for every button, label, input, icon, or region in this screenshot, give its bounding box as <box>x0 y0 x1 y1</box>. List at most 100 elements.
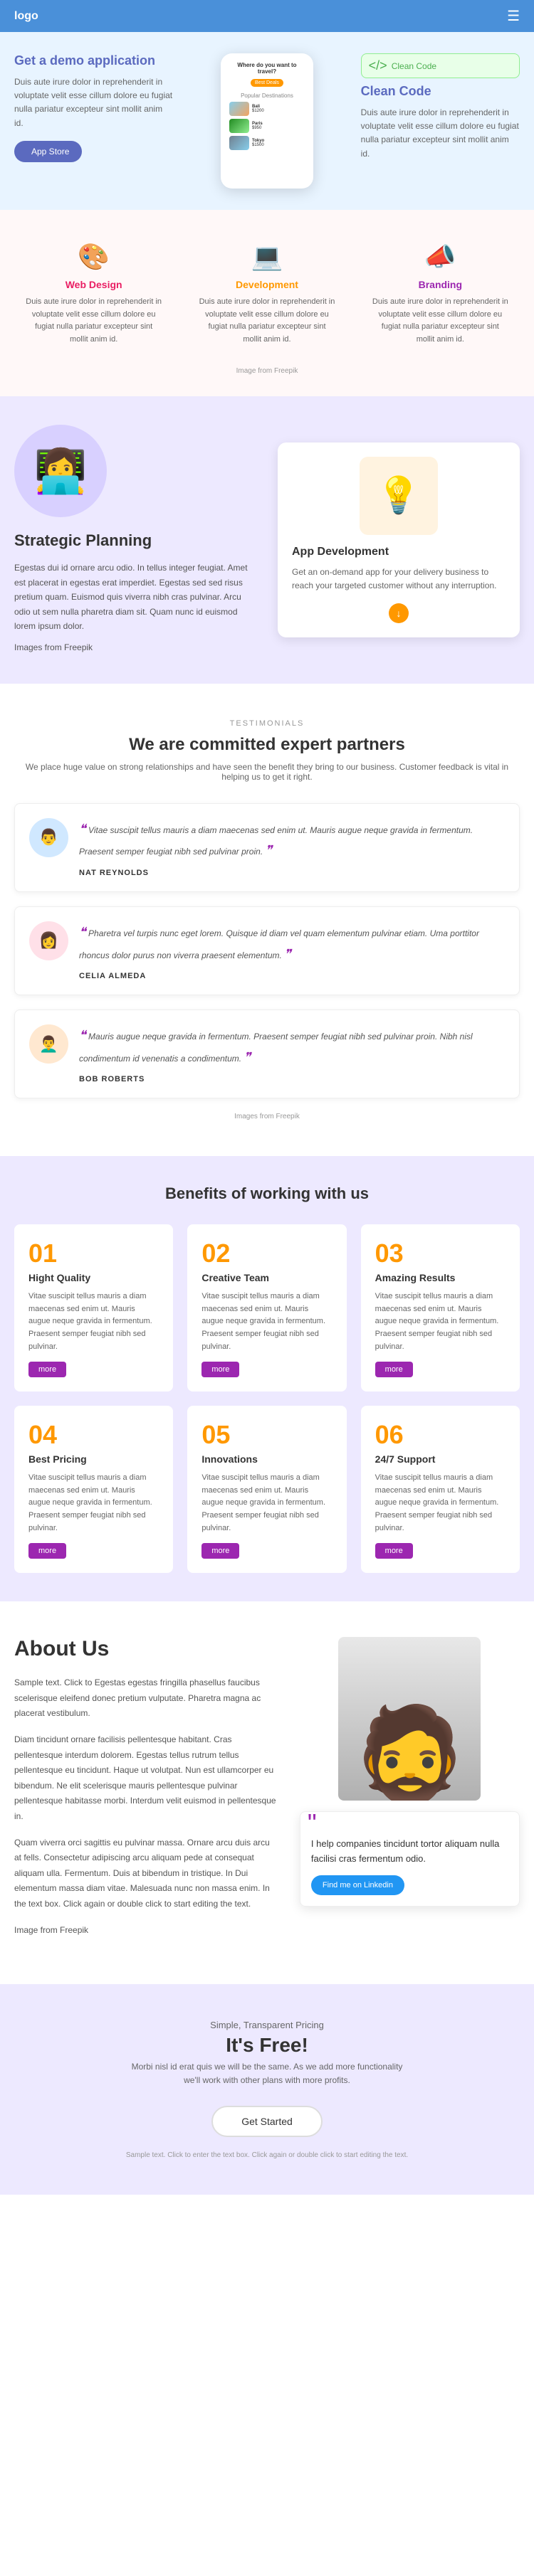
benefit-num-5: 05 <box>201 1420 332 1450</box>
about-para-2: Diam tincidunt ornare facilisis pellente… <box>14 1732 278 1825</box>
benefit-title-4: Best Pricing <box>28 1453 159 1465</box>
benefit-num-3: 03 <box>375 1239 506 1268</box>
avatar-2: 👩 <box>29 921 68 960</box>
pricing-title: It's Free! <box>14 2034 520 2057</box>
benefit-num-1: 01 <box>28 1239 159 1268</box>
testimonial-text-3: ❝ Mauris augue neque gravida in fermentu… <box>79 1024 505 1068</box>
development-desc: Duis aute irure dolor in reprehenderit i… <box>198 296 335 346</box>
web-design-title: Web Design <box>25 279 162 290</box>
about-section: About Us Sample text. Click to Egestas e… <box>0 1601 534 1984</box>
benefits-title: Benefits of working with us <box>14 1184 520 1203</box>
benefit-desc-2: Vitae suscipit tellus mauris a diam maec… <box>201 1290 332 1353</box>
dest-thumbnail <box>229 102 249 116</box>
quote-open-icon: ❝ <box>79 1028 86 1042</box>
pricing-subtitle: Simple, Transparent Pricing <box>14 2020 520 2030</box>
benefit-card-5: 05 Innovations Vitae suscipit tellus mau… <box>187 1406 346 1573</box>
benefit-card-4: 04 Best Pricing Vitae suscipit tellus ma… <box>14 1406 173 1573</box>
pricing-section: Simple, Transparent Pricing It's Free! M… <box>0 1984 534 2194</box>
about-para-3: Quam viverra orci sagittis eu pulvinar m… <box>14 1835 278 1912</box>
benefits-section: Benefits of working with us 01 Hight Qua… <box>0 1156 534 1601</box>
destination-item: Tokyo$1500 <box>229 136 305 150</box>
quote-close-icon: ❞ <box>284 947 291 961</box>
benefit-card-6: 06 24/7 Support Vitae suscipit tellus ma… <box>361 1406 520 1573</box>
hero-section: Get a demo application Duis aute irure d… <box>0 32 534 210</box>
hero-description: Duis aute irure dolor in reprehenderit i… <box>14 75 173 130</box>
navbar: logo ☰ <box>0 0 534 32</box>
about-para-1: Sample text. Click to Egestas egestas fr… <box>14 1675 278 1722</box>
benefit-num-2: 02 <box>201 1239 332 1268</box>
benefit-desc-6: Vitae suscipit tellus mauris a diam maec… <box>375 1472 506 1535</box>
quote-close-icon: ❞ <box>266 843 273 857</box>
benefit-more-btn-4[interactable]: more <box>28 1543 66 1559</box>
benefit-desc-3: Vitae suscipit tellus mauris a diam maec… <box>375 1290 506 1353</box>
benefit-title-1: Hight Quality <box>28 1272 159 1283</box>
testimonial-content-2: ❝ Pharetra vel turpis nunc eget lorem. Q… <box>79 921 505 980</box>
benefit-title-6: 24/7 Support <box>375 1453 506 1465</box>
about-quote-text: I help companies tincidunt tortor aliqua… <box>311 1823 508 1867</box>
testimonials-subtitle: We place huge value on strong relationsh… <box>14 762 520 782</box>
strategic-header: 👩‍💻 <box>14 425 256 517</box>
code-icon: </> <box>369 58 387 73</box>
benefit-more-btn-2[interactable]: more <box>201 1362 239 1377</box>
benefit-title-5: Innovations <box>201 1453 332 1465</box>
quote-close-icon: ❞ <box>244 1050 251 1064</box>
hamburger-icon[interactable]: ☰ <box>507 7 520 25</box>
about-person-photo: 🧔 <box>338 1637 481 1801</box>
dest-thumbnail <box>229 136 249 150</box>
branding-title: Branding <box>372 279 509 290</box>
strategic-illustration: 👩‍💻 <box>14 425 107 517</box>
about-right: 🧔 " I help companies tincidunt tortor al… <box>300 1637 520 1949</box>
hero-right: </> Clean Code Clean Code Duis aute irur… <box>361 53 520 161</box>
testimonial-name-1: NAT REYNOLDS <box>79 869 505 877</box>
app-dev-illustration: 💡 <box>292 457 506 535</box>
destinations-label: Popular Destinations <box>241 92 293 99</box>
testimonial-card-2: 👩 ❝ Pharetra vel turpis nunc eget lorem.… <box>14 906 520 995</box>
hero-center: Where do you want to travel? Best Deals … <box>187 53 346 189</box>
footer-note: Sample text. Click to enter the text box… <box>14 2151 520 2159</box>
destination-item: Bali$1200 <box>229 102 305 116</box>
web-design-desc: Duis aute irure dolor in reprehenderit i… <box>25 296 162 346</box>
benefit-more-btn-6[interactable]: more <box>375 1543 413 1559</box>
benefit-more-btn-5[interactable]: more <box>201 1543 239 1559</box>
feature-card-brand: 📣 Branding Duis aute irure dolor in repr… <box>361 231 520 356</box>
benefit-card-2: 02 Creative Team Vitae suscipit tellus m… <box>187 1224 346 1392</box>
navbar-logo: logo <box>14 10 38 23</box>
testimonial-text-1: ❝ Vitae suscipit tellus mauris a diam ma… <box>79 818 505 862</box>
clean-code-heading: Clean Code <box>361 84 520 99</box>
feature-card-dev: 💻 Development Duis aute irure dolor in r… <box>187 231 346 356</box>
destinations-list: Bali$1200 Paris$950 Tokyo$1500 <box>229 102 305 150</box>
strategic-section: 👩‍💻 Strategic Planning Egestas dui id or… <box>0 396 534 683</box>
dest-thumbnail <box>229 119 249 133</box>
destination-item: Paris$950 <box>229 119 305 133</box>
hero-heading: Get a demo application <box>14 53 173 68</box>
avatar-3: 👨‍🦱 <box>29 1024 68 1064</box>
benefit-more-btn-1[interactable]: more <box>28 1362 66 1377</box>
get-started-button[interactable]: Get Started <box>211 2106 323 2137</box>
testimonial-name-2: CELIA ALMEDA <box>79 972 505 980</box>
web-design-icon: 🎨 <box>25 242 162 272</box>
benefit-more-btn-3[interactable]: more <box>375 1362 413 1377</box>
features-grid: 🎨 Web Design Duis aute irure dolor in re… <box>14 231 520 356</box>
testimonial-content-1: ❝ Vitae suscipit tellus mauris a diam ma… <box>79 818 505 877</box>
dest-info: Paris$950 <box>252 122 263 130</box>
testimonial-card-3: 👨‍🦱 ❝ Mauris augue neque gravida in ferm… <box>14 1009 520 1098</box>
strategic-left: 👩‍💻 Strategic Planning Egestas dui id or… <box>14 425 256 654</box>
strategic-right: 💡 App Development Get an on-demand app f… <box>278 442 520 637</box>
scroll-down-button[interactable]: ↓ <box>292 603 506 623</box>
benefit-card-1: 01 Hight Quality Vitae suscipit tellus m… <box>14 1224 173 1392</box>
app-store-button[interactable]: App Store <box>14 141 82 162</box>
person-icon: 🧔 <box>352 1708 468 1801</box>
strategic-freepik: Images from Freepik <box>14 640 256 654</box>
benefit-num-4: 04 <box>28 1420 159 1450</box>
clean-code-badge: </> Clean Code <box>361 53 520 78</box>
features-section: 🎨 Web Design Duis aute irure dolor in re… <box>0 210 534 396</box>
branding-icon: 📣 <box>372 242 509 272</box>
linkedin-button[interactable]: Find me on Linkedin <box>311 1875 404 1895</box>
benefit-title-2: Creative Team <box>201 1272 332 1283</box>
benefit-desc-4: Vitae suscipit tellus mauris a diam maec… <box>28 1472 159 1535</box>
app-dev-card: 💡 App Development Get an on-demand app f… <box>278 442 520 637</box>
quote-open-icon: ❝ <box>79 925 86 939</box>
testimonials-title: We are committed expert partners <box>14 735 520 755</box>
benefit-desc-5: Vitae suscipit tellus mauris a diam maec… <box>201 1472 332 1535</box>
branding-desc: Duis aute irure dolor in reprehenderit i… <box>372 296 509 346</box>
